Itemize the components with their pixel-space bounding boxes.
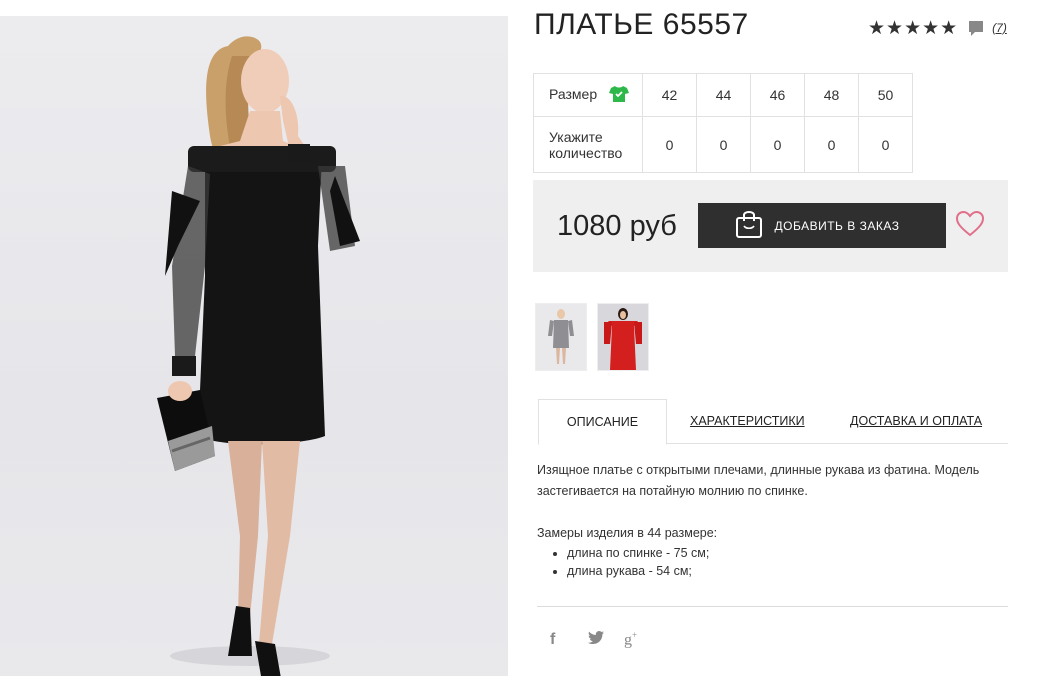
buy-box: 1080 руб ДОБАВИТЬ В ЗАКАЗ bbox=[533, 180, 1008, 272]
review-count-link[interactable]: (7) bbox=[992, 21, 1007, 35]
facebook-icon[interactable]: f bbox=[550, 631, 564, 649]
measure-item: длина по спинке - 75 см; bbox=[567, 544, 717, 562]
size-header-cell: Размер bbox=[533, 73, 643, 117]
size-48: 48 bbox=[804, 73, 859, 117]
measures-list: длина по спинке - 75 см; длина рукава - … bbox=[537, 544, 717, 580]
product-title: ПЛАТЬЕ 65557 bbox=[534, 8, 749, 41]
color-thumbnail-red[interactable] bbox=[597, 303, 649, 371]
shopping-bag-icon bbox=[735, 209, 763, 242]
measures-title: Замеры изделия в 44 размере: bbox=[537, 526, 718, 540]
quantity-input-50[interactable]: 0 bbox=[858, 116, 913, 173]
add-to-order-label: ДОБАВИТЬ В ЗАКАЗ bbox=[774, 218, 900, 233]
measures-block: Замеры изделия в 44 размере: длина по сп… bbox=[537, 524, 717, 580]
price: 1080 руб bbox=[557, 210, 677, 242]
size-46: 46 bbox=[750, 73, 805, 117]
twitter-icon[interactable] bbox=[588, 630, 604, 649]
google-plus-icon[interactable]: g+ bbox=[624, 630, 637, 649]
product-tabs: ОПИСАНИЕ ХАРАКТЕРИСТИКИ ДОСТАВКА И ОПЛАТ… bbox=[538, 399, 1008, 445]
rating-block: ★★★★★ (7) bbox=[868, 16, 1007, 40]
content-divider bbox=[537, 606, 1008, 607]
size-44: 44 bbox=[696, 73, 751, 117]
size-quantity-table: Размер 42 44 46 48 50 Укажите количество… bbox=[533, 73, 913, 173]
description-text: Изящное платье с открытыми плечами, длин… bbox=[537, 463, 980, 498]
tab-delivery-payment[interactable]: ДОСТАВКА И ОПЛАТА bbox=[850, 399, 982, 443]
comment-icon[interactable] bbox=[968, 20, 984, 36]
color-thumbnail-gray[interactable] bbox=[535, 303, 587, 371]
tab-description[interactable]: ОПИСАНИЕ bbox=[538, 399, 667, 445]
rating-stars[interactable]: ★★★★★ bbox=[868, 19, 958, 38]
measure-item: длина рукава - 54 см; bbox=[567, 562, 717, 580]
product-main-image[interactable] bbox=[0, 16, 508, 676]
quantity-input-42[interactable]: 0 bbox=[642, 116, 697, 173]
description-panel: Изящное платье с открытыми плечами, длин… bbox=[537, 460, 1012, 502]
tshirt-icon[interactable] bbox=[609, 85, 630, 106]
heart-icon[interactable] bbox=[955, 210, 985, 242]
size-42: 42 bbox=[642, 73, 697, 117]
quantity-input-48[interactable]: 0 bbox=[804, 116, 859, 173]
quantity-input-46[interactable]: 0 bbox=[750, 116, 805, 173]
quantity-label: Укажите количество bbox=[533, 116, 643, 173]
size-50: 50 bbox=[858, 73, 913, 117]
add-to-order-button[interactable]: ДОБАВИТЬ В ЗАКАЗ bbox=[698, 203, 946, 248]
quantity-input-44[interactable]: 0 bbox=[696, 116, 751, 173]
social-share: f g+ bbox=[550, 630, 637, 649]
tab-characteristics[interactable]: ХАРАКТЕРИСТИКИ bbox=[690, 399, 805, 443]
size-label: Размер bbox=[549, 85, 598, 102]
